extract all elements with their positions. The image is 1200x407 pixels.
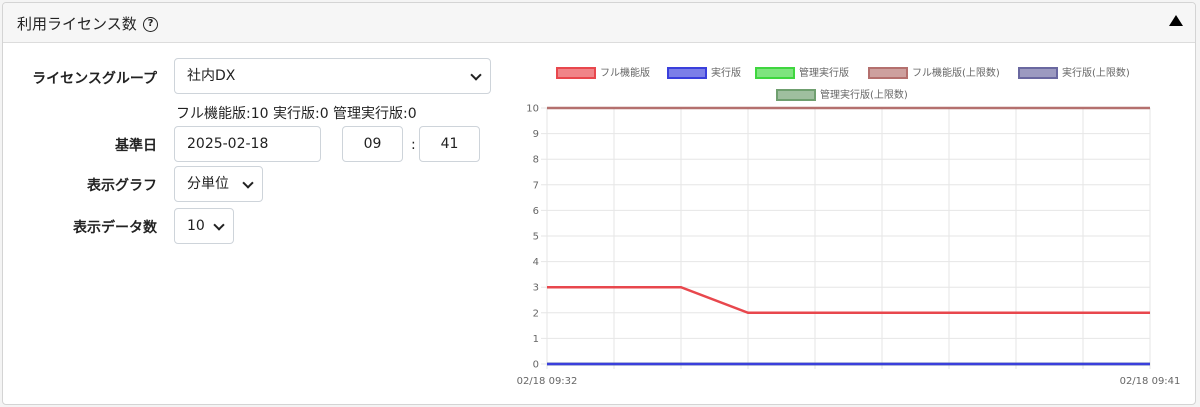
y-tick-label: 4 [533,257,539,268]
usage-line-chart: 0 1 2 3 4 5 6 7 8 9 10 02/18 09:32 02/18 09:41 [517,104,1181,388]
y-tick-label: 2 [533,308,539,319]
y-tick-label: 6 [533,206,539,217]
x-tick-label: 02/18 09:32 [517,376,578,387]
y-tick-label: 3 [533,283,539,294]
y-tick-label: 5 [533,232,539,243]
y-tick-label: 10 [526,104,539,115]
y-tick-label: 1 [533,334,539,345]
y-tick-label: 0 [533,360,539,371]
y-tick-label: 7 [533,180,539,191]
y-tick-label: 9 [533,129,539,140]
license-usage-panel: 利用ライセンス数 ? ライセンスグループ 社内DX フル機能版:10 実行版:0… [2,2,1196,405]
x-tick-label: 02/18 09:41 [1120,376,1181,387]
y-tick-label: 8 [533,155,539,166]
series-line-full [547,285,1150,315]
